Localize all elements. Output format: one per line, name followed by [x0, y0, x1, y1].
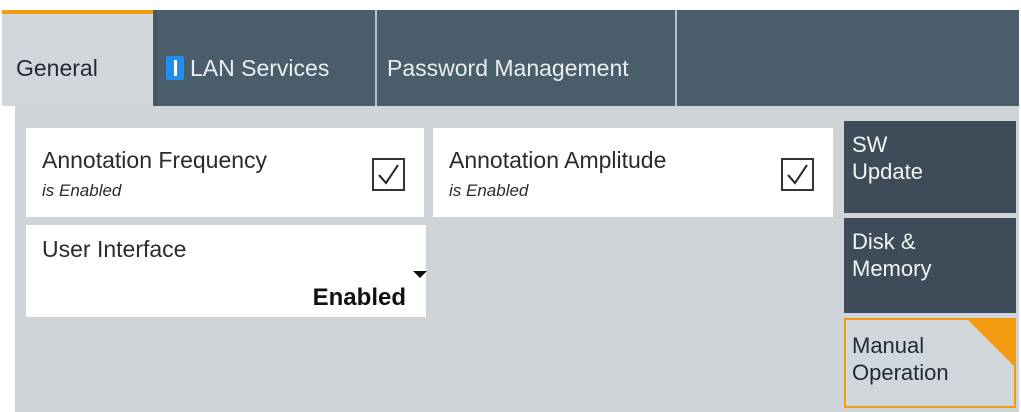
annotation-frequency-checkbox[interactable]	[372, 158, 405, 191]
sw-update-button[interactable]: SW Update	[844, 121, 1016, 213]
tab-password-management-label: Password Management	[387, 55, 629, 81]
checkmark-icon	[378, 164, 399, 185]
sw-update-label-line2: Update	[852, 159, 923, 184]
sw-update-label: SW Update	[852, 131, 923, 185]
tab-general[interactable]: General	[2, 10, 153, 106]
sw-update-label-line1: SW	[852, 132, 888, 157]
checkmark-icon	[787, 164, 808, 185]
disk-memory-button[interactable]: Disk & Memory	[844, 218, 1016, 313]
settings-dialog: General LAN Services Password Management…	[0, 0, 1021, 412]
user-interface-value: Enabled	[312, 284, 406, 311]
annotation-frequency-status: is Enabled	[42, 181, 122, 200]
annotation-frequency-panel[interactable]: Annotation Frequency is Enabled	[26, 128, 424, 217]
info-indicator-icon	[166, 56, 184, 80]
user-interface-dropdown[interactable]: User Interface Enabled	[26, 225, 427, 317]
tab-lan-services-label: LAN Services	[190, 55, 330, 81]
disk-memory-label-line2: Memory	[852, 256, 932, 281]
disk-memory-label: Disk & Memory	[852, 228, 931, 282]
active-corner-marker	[966, 318, 1016, 368]
user-interface-title: User Interface	[42, 236, 187, 262]
annotation-frequency-title: Annotation Frequency	[42, 147, 268, 173]
manual-operation-label: Manual Operation	[852, 332, 949, 386]
tab-bar: General LAN Services Password Management	[2, 10, 1019, 106]
annotation-amplitude-status: is Enabled	[449, 181, 529, 200]
manual-operation-label-line2: Operation	[852, 360, 949, 385]
active-tab-indicator	[2, 10, 153, 14]
dropdown-caret-icon	[413, 271, 427, 278]
manual-operation-label-line1: Manual	[852, 333, 925, 358]
tab-bar-filler	[679, 10, 1019, 106]
tab-lan-services[interactable]: LAN Services	[155, 10, 373, 106]
tab-password-management[interactable]: Password Management	[375, 10, 677, 106]
annotation-amplitude-title: Annotation Amplitude	[449, 147, 667, 173]
annotation-amplitude-panel[interactable]: Annotation Amplitude is Enabled	[433, 128, 833, 217]
manual-operation-button[interactable]: Manual Operation	[844, 318, 1016, 408]
disk-memory-label-line1: Disk &	[852, 229, 916, 254]
tab-general-label: General	[16, 55, 98, 81]
annotation-amplitude-checkbox[interactable]	[781, 158, 814, 191]
